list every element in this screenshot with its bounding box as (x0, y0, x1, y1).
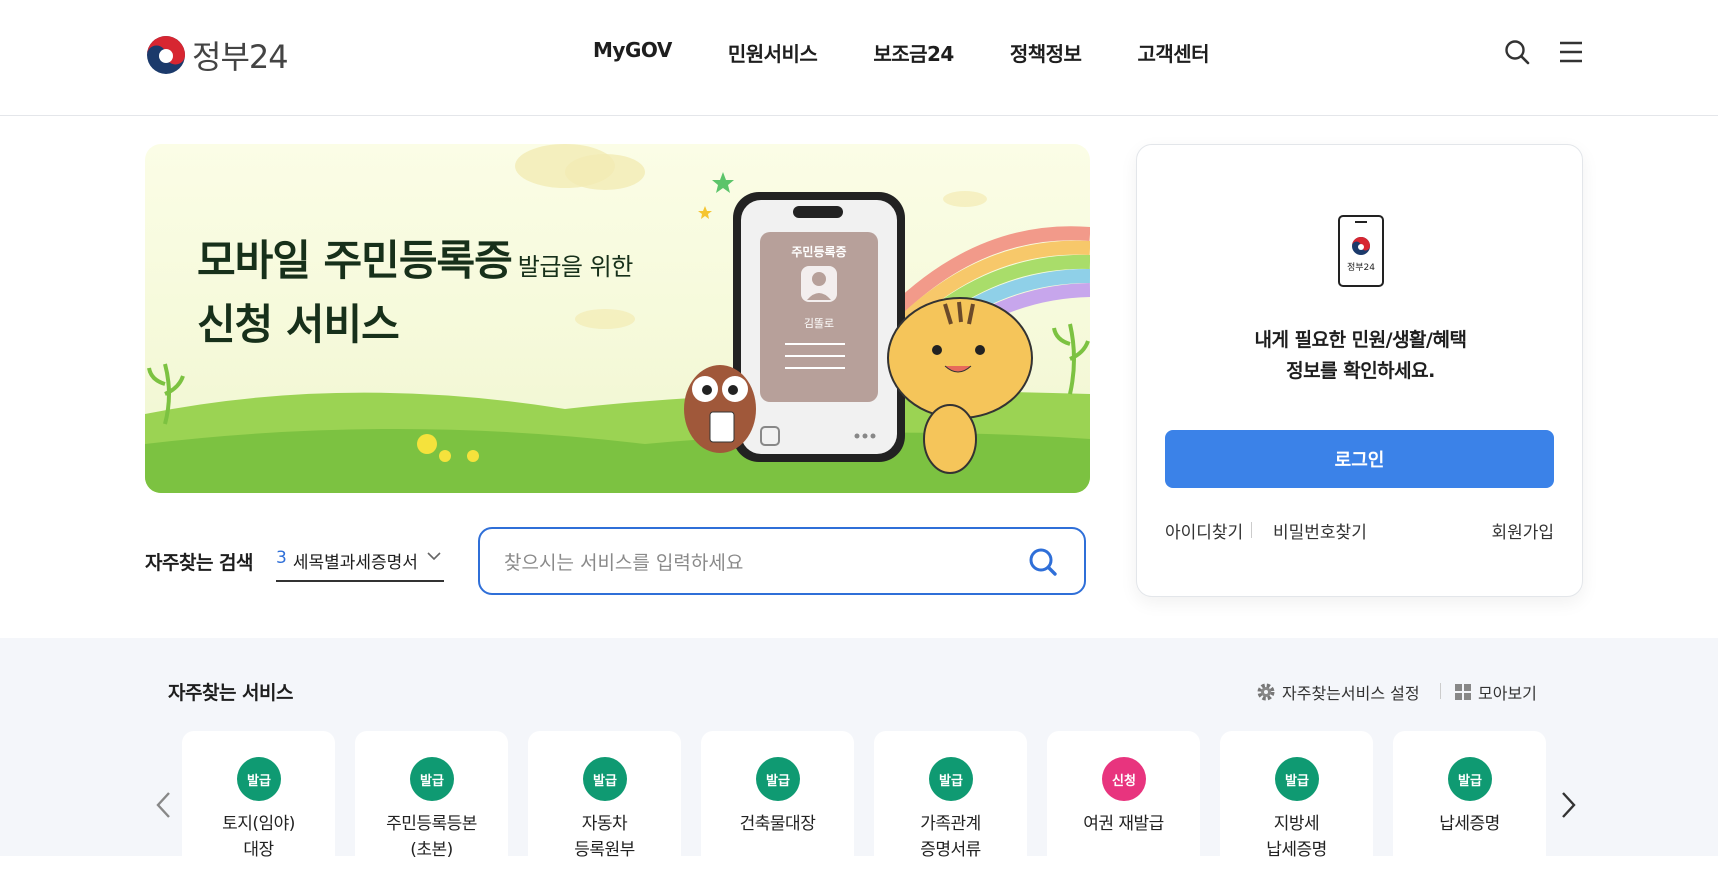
banner-title-line1: 모바일 주민등록증 (197, 236, 513, 285)
service-name: 토지(임야) 대장 (222, 814, 295, 860)
frequent-search-label: 자주찾는 검색 (145, 552, 254, 574)
tools-divider (1440, 683, 1441, 699)
signup-link[interactable]: 회원가입 (1491, 518, 1554, 543)
service-name: 주민등록등본 (초본) (386, 814, 477, 860)
id-card-name: 김똘로 (804, 317, 834, 330)
frequent-services-section: 자주찾는 서비스 자주찾는서비스 설정 모아보기 발급 토지(임야) 대장 발급 … (0, 638, 1718, 881)
service-card[interactable]: 발급 토지(임야) 대장 (182, 731, 335, 881)
nav-civil-service[interactable]: 민원서비스 (728, 38, 818, 67)
mobile-gov24-icon: 정부24 (1338, 215, 1384, 287)
view-all-button[interactable]: 모아보기 (1454, 680, 1537, 704)
mobile-gov24-icon-text: 정부24 (1347, 262, 1375, 273)
frequent-services-settings-button[interactable]: 자주찾는서비스 설정 (1256, 680, 1420, 704)
carousel-prev-button[interactable] (152, 790, 176, 820)
service-badge: 발급 (410, 757, 454, 801)
service-badge: 발급 (756, 757, 800, 801)
service-card[interactable]: 신청 여권 재발급 (1047, 731, 1200, 881)
service-badge: 발급 (1275, 757, 1319, 801)
taegeuk-logo-icon (147, 36, 185, 74)
service-badge: 발급 (929, 757, 973, 801)
site-header: 정부24 MyGOV 민원서비스 보조금24 정책정보 고객센터 (0, 0, 1718, 116)
search-button[interactable] (1503, 38, 1531, 66)
service-card[interactable]: 발급 지방세 납세증명 (1220, 731, 1373, 881)
service-card[interactable]: 발급 주민등록등본 (초본) (355, 731, 508, 881)
frequent-services-title: 자주찾는 서비스 (168, 682, 293, 704)
service-badge: 발급 (237, 757, 281, 801)
service-name: 가족관계 증명서류 (920, 814, 981, 860)
service-name: 여권 재발급 (1083, 814, 1164, 834)
chevron-right-icon (1562, 792, 1576, 818)
service-name: 자동차 등록원부 (574, 814, 635, 860)
nav-mygov[interactable]: MyGOV (593, 38, 672, 67)
main-nav: MyGOV 민원서비스 보조금24 정책정보 고객센터 (593, 38, 1265, 67)
main-banner[interactable]: 주민등록증 김똘로 모바일 주민등록증 발급을 위한 신청 서비스 (145, 144, 1090, 493)
service-card[interactable]: 발급 가족관계 증명서류 (874, 731, 1027, 881)
search-icon (1505, 40, 1530, 65)
service-card[interactable]: 발급 건축물대장 (701, 731, 854, 881)
nav-subsidy24[interactable]: 보조금24 (873, 38, 954, 67)
view-all-label: 모아보기 (1478, 684, 1537, 703)
chevron-down-icon (427, 552, 441, 561)
banner-title: 모바일 주민등록증 발급을 위한 신청 서비스 (197, 232, 633, 354)
banner-title-small: 발급을 위한 (517, 253, 634, 281)
nav-customer-center[interactable]: 고객센터 (1137, 38, 1209, 67)
service-name: 건축물대장 (739, 814, 816, 834)
login-card: 정부24 내게 필요한 민원/생활/혜택 정보를 확인하세요. 로그인 아이디찾… (1136, 144, 1583, 597)
frequent-search-rank: 3 (276, 548, 287, 568)
service-badge: 발급 (1448, 757, 1492, 801)
gear-icon (1257, 683, 1275, 701)
service-card[interactable]: 발급 자동차 등록원부 (528, 731, 681, 881)
chevron-left-icon (156, 792, 170, 818)
service-badge: 발급 (583, 757, 627, 801)
site-logo[interactable]: 정부24 (146, 32, 289, 78)
nav-policy-info[interactable]: 정책정보 (1010, 38, 1082, 67)
find-id-link[interactable]: 아이디찾기 (1165, 518, 1243, 543)
login-message: 내게 필요한 민원/생활/혜택 정보를 확인하세요. (1137, 325, 1584, 387)
service-name: 지방세 납세증명 (1266, 814, 1327, 860)
service-search-input[interactable] (502, 547, 1006, 579)
logo-text: 정부24 (192, 38, 289, 76)
login-message-line1: 내게 필요한 민원/생활/혜택 (1254, 329, 1467, 351)
search-icon (1029, 548, 1057, 576)
menu-button[interactable] (1557, 38, 1585, 66)
hamburger-menu-icon (1560, 41, 1582, 63)
service-card[interactable]: 발급 납세증명 (1393, 731, 1546, 881)
service-search-box (478, 527, 1086, 595)
frequent-search-dropdown[interactable]: 3 세목별과세증명서 (276, 548, 444, 582)
carousel-next-button[interactable] (1556, 790, 1580, 820)
id-card-title: 주민등록증 (791, 244, 846, 259)
login-message-line2: 정보를 확인하세요. (1286, 360, 1435, 382)
banner-title-line2: 신청 서비스 (197, 300, 400, 349)
frequent-search-keyword: 세목별과세증명서 (292, 553, 418, 573)
settings-label: 자주찾는서비스 설정 (1282, 684, 1420, 703)
service-search-button[interactable] (1028, 547, 1060, 579)
link-divider (1251, 522, 1252, 538)
find-password-link[interactable]: 비밀번호찾기 (1273, 518, 1367, 543)
service-name: 납세증명 (1439, 814, 1500, 834)
login-button[interactable]: 로그인 (1165, 430, 1554, 488)
service-badge: 신청 (1102, 757, 1146, 801)
grid-icon (1455, 684, 1471, 700)
